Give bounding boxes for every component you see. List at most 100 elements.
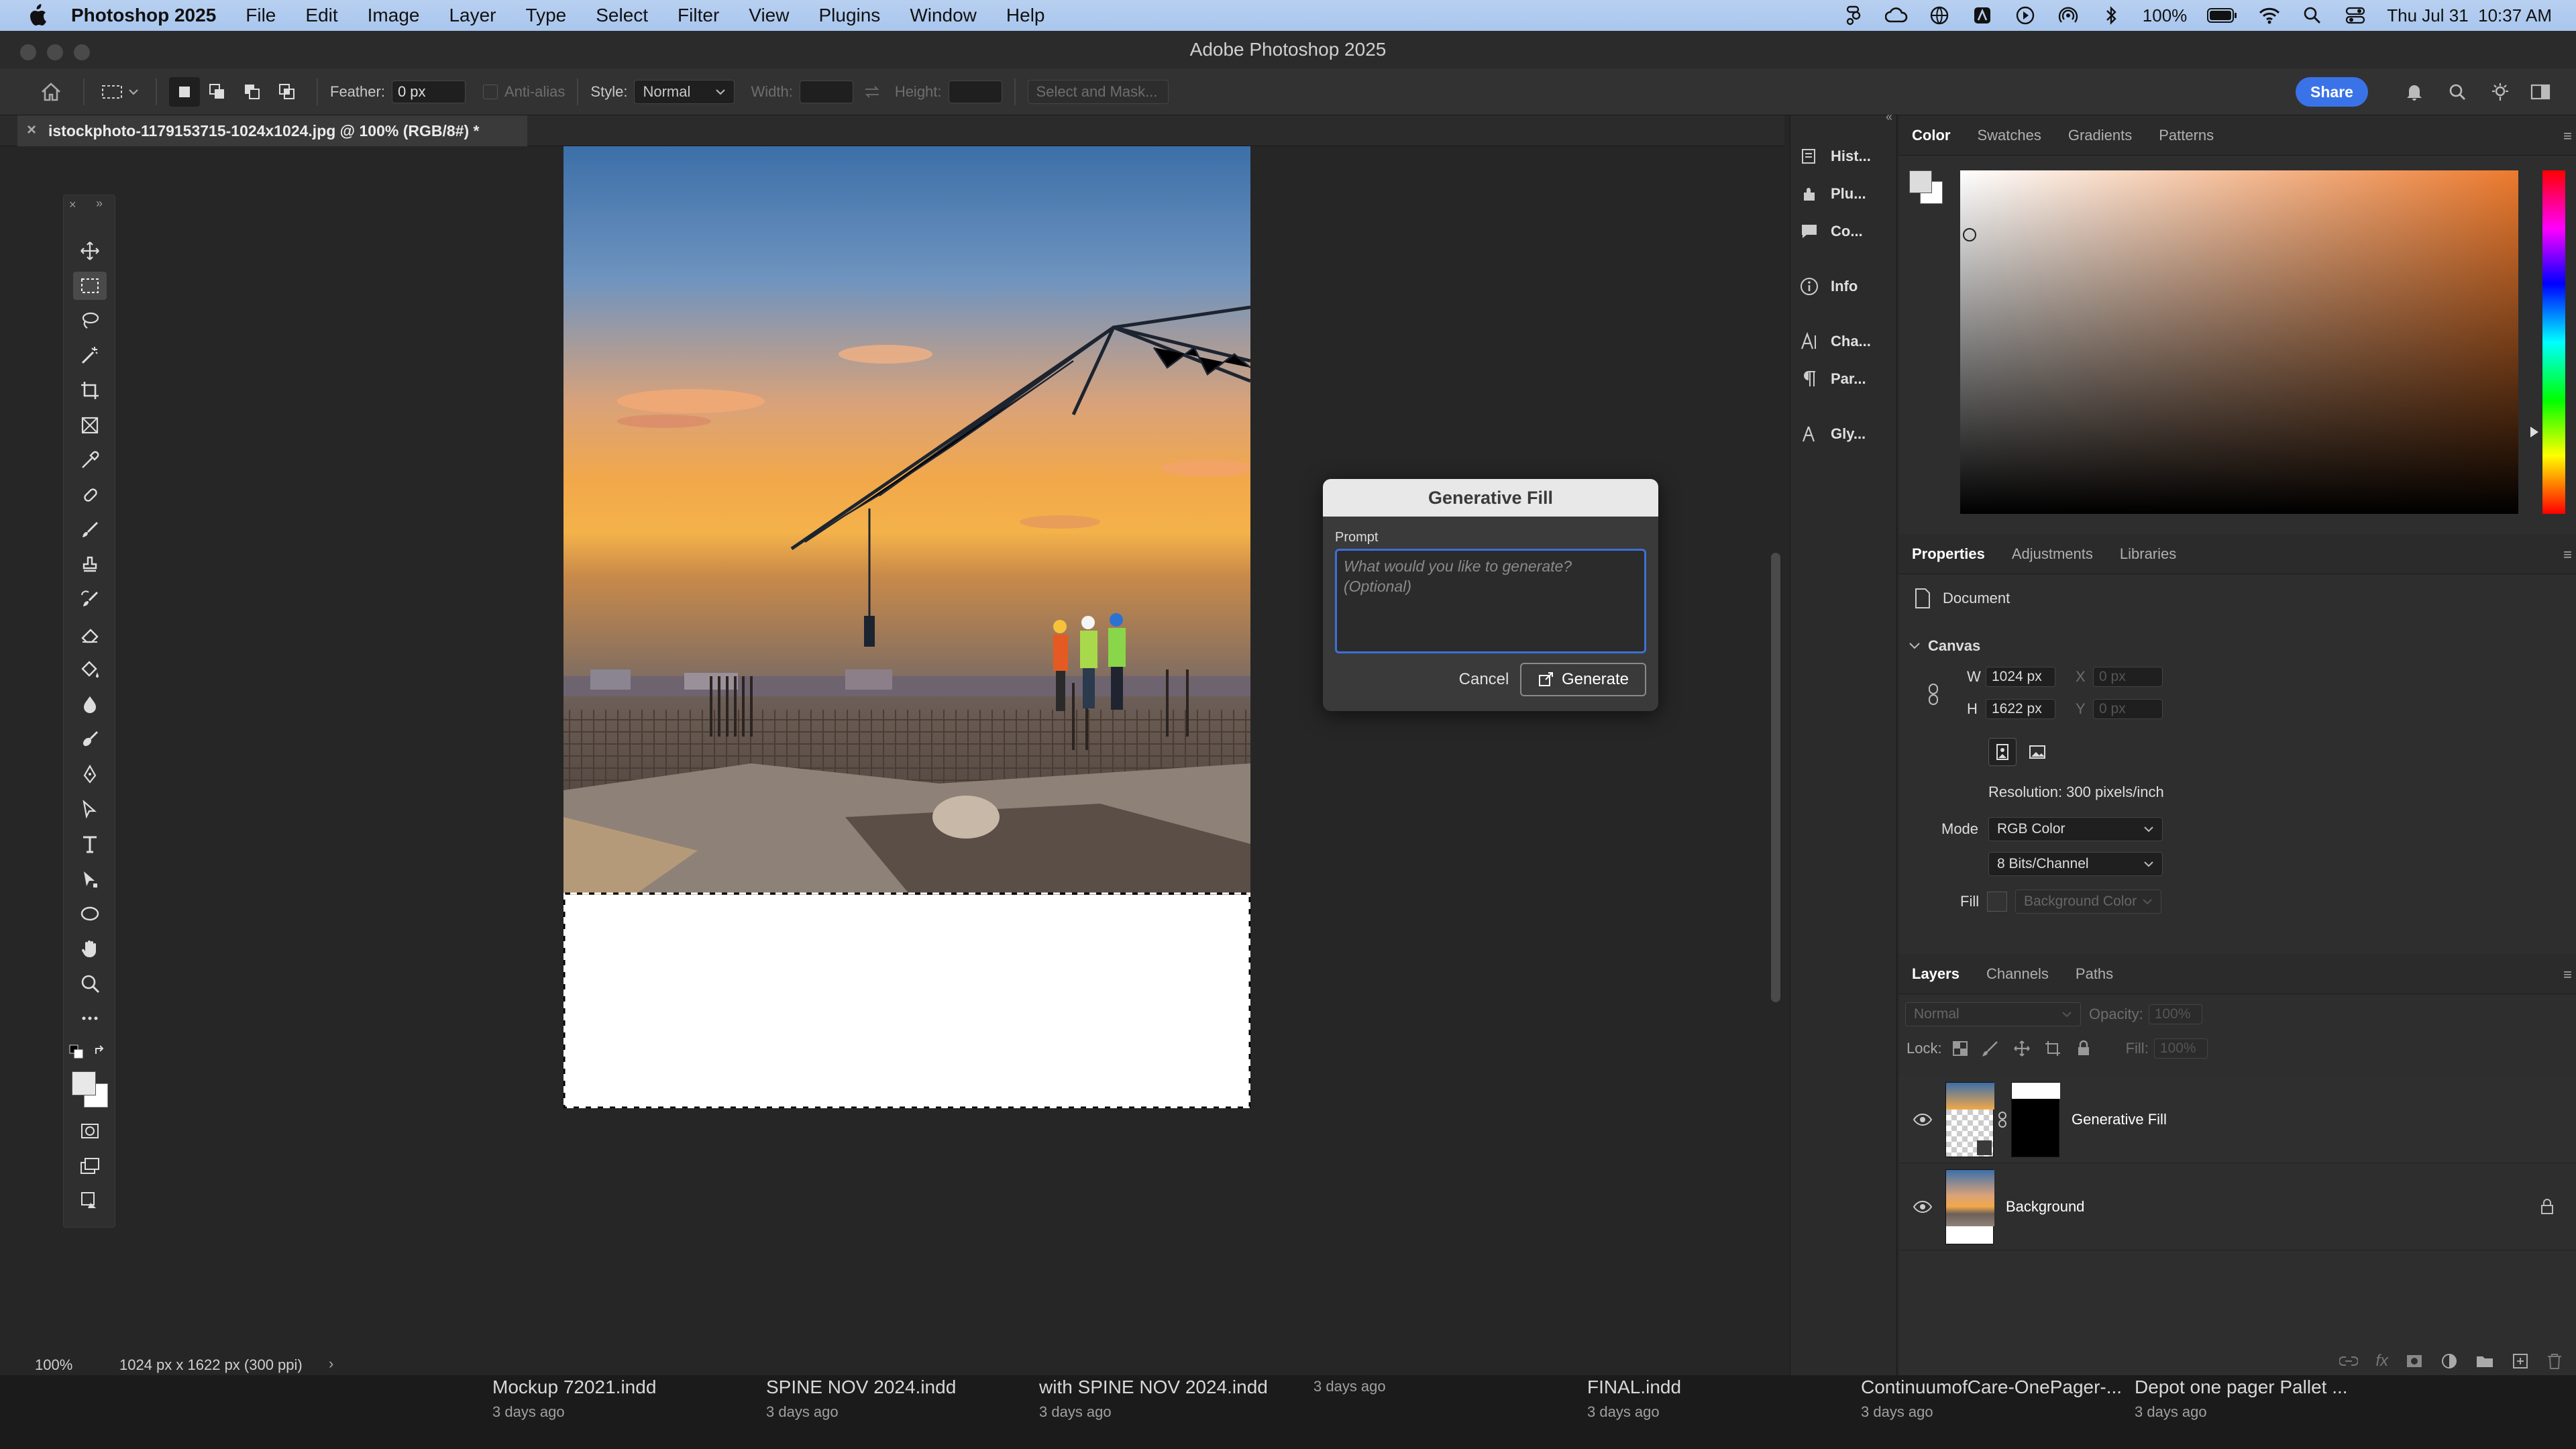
canvas-height-field[interactable]: 1622 px (1986, 699, 2055, 719)
blur-tool-icon[interactable] (73, 690, 107, 718)
ellipse-tool-icon[interactable] (73, 900, 107, 928)
hue-slider-handle[interactable] (2530, 427, 2538, 437)
lock-position-icon[interactable] (2013, 1040, 2031, 1057)
recent-file-item[interactable]: Depot one pager Pallet ... 3 days ago (2135, 1377, 2348, 1421)
hue-slider[interactable] (2542, 170, 2565, 514)
panel-menu-icon[interactable]: ≡ (2563, 966, 2572, 983)
pen-tool-icon[interactable] (73, 760, 107, 788)
dock-paragraph[interactable]: Par... (1796, 362, 1892, 396)
tab-libraries[interactable]: Libraries (2106, 534, 2190, 574)
menu-window[interactable]: Window (910, 5, 977, 26)
canvas-area[interactable] (16, 146, 1787, 1352)
workspace-panels-icon[interactable] (2524, 77, 2557, 107)
bit-depth-select[interactable]: 8 Bits/Channel (1988, 852, 2163, 876)
intersect-selection-icon[interactable] (270, 77, 305, 107)
paint-bucket-tool-icon[interactable] (73, 655, 107, 684)
notifications-bell-icon[interactable] (2398, 77, 2431, 107)
battery-icon[interactable] (2207, 5, 2238, 25)
recent-file-item[interactable]: FINAL.indd 3 days ago (1587, 1377, 1681, 1421)
close-toolbar-icon[interactable]: × (69, 198, 76, 212)
direct-selection-tool-icon[interactable] (73, 865, 107, 893)
globe-icon[interactable] (1928, 5, 1951, 25)
tab-paths[interactable]: Paths (2062, 954, 2127, 994)
lock-transparent-pixels-icon[interactable] (1951, 1040, 1969, 1057)
fill-swatch[interactable] (1987, 892, 2007, 912)
swap-colors-icon[interactable] (93, 1044, 108, 1063)
minimize-window-button[interactable] (47, 44, 63, 60)
apple-menu-icon[interactable] (24, 2, 51, 29)
lock-artboard-icon[interactable] (2044, 1040, 2061, 1057)
adjustment-layer-icon[interactable] (2440, 1352, 2458, 1370)
width-input[interactable] (799, 80, 853, 103)
tab-layers[interactable]: Layers (1898, 954, 1973, 994)
delete-layer-trash-icon[interactable] (2546, 1352, 2563, 1370)
airdrop-icon[interactable] (2057, 5, 2080, 25)
layer-name[interactable]: Generative Fill (2072, 1111, 2167, 1128)
color-field[interactable] (1960, 170, 2518, 514)
menu-filter[interactable]: Filter (678, 5, 719, 26)
menu-type[interactable]: Type (526, 5, 567, 26)
clone-stamp-tool-icon[interactable] (73, 551, 107, 579)
prompt-input[interactable]: What would you like to generate? (Option… (1335, 549, 1646, 653)
creative-cloud-icon[interactable] (1884, 5, 1908, 25)
screen-mode-icon[interactable] (73, 1152, 107, 1180)
brush-tool-icon[interactable] (73, 516, 107, 544)
layer-row-generative-fill[interactable]: Generative Fill (1898, 1076, 2576, 1163)
color-picker-cursor[interactable] (1963, 228, 1976, 241)
layer-fill-field[interactable]: 100% (2153, 1038, 2208, 1059)
type-tool-icon[interactable] (73, 830, 107, 858)
wifi-icon[interactable] (2258, 5, 2281, 25)
app-name-menu[interactable]: Photoshop 2025 (71, 5, 216, 26)
canvas-width-field[interactable]: 1024 px (1986, 667, 2055, 687)
menu-image[interactable]: Image (368, 5, 420, 26)
opacity-field[interactable]: 100% (2148, 1004, 2202, 1024)
vertical-scroll-thumb[interactable] (1771, 553, 1780, 1002)
layer-name[interactable]: Background (2006, 1198, 2084, 1216)
color-panel-foreground-swatch[interactable] (1909, 170, 1932, 193)
recent-file-item[interactable]: with SPINE NOV 2024.indd 3 days ago (1039, 1377, 1268, 1421)
style-select[interactable]: Normal (634, 79, 735, 104)
lasso-tool-icon[interactable] (73, 307, 107, 335)
play-icon[interactable] (2014, 5, 2037, 25)
foreground-color-swatch[interactable] (72, 1071, 96, 1095)
canvas-y-field[interactable]: 0 px (2093, 699, 2163, 719)
share-button[interactable]: Share (2296, 77, 2368, 107)
zoom-tool-icon[interactable] (73, 969, 107, 998)
status-menu-chevron-icon[interactable]: › (329, 1355, 333, 1373)
dock-history[interactable]: Hist... (1796, 140, 1892, 173)
menubar-clock[interactable]: Thu Jul 31 10:37 AM (2387, 5, 2552, 26)
mask-link-icon[interactable] (1994, 1111, 2011, 1128)
spot-healing-brush-tool-icon[interactable] (73, 481, 107, 509)
bluetooth-icon[interactable] (2100, 5, 2123, 25)
search-icon[interactable] (2440, 77, 2474, 107)
lock-all-icon[interactable] (2075, 1040, 2092, 1057)
history-brush-tool-icon[interactable] (73, 586, 107, 614)
close-window-button[interactable] (20, 44, 36, 60)
menu-plugins[interactable]: Plugins (818, 5, 880, 26)
collapse-toolbar-icon[interactable]: » (96, 197, 103, 211)
visibility-eye-icon[interactable] (1909, 1200, 1936, 1214)
eyedropper-tool-icon[interactable] (73, 446, 107, 474)
control-center-icon[interactable] (2344, 5, 2367, 25)
tab-patterns[interactable]: Patterns (2145, 115, 2227, 156)
layer-mask-thumbnail[interactable] (2011, 1081, 2060, 1157)
color-mode-select[interactable]: RGB Color (1988, 817, 2163, 841)
more-tools-icon[interactable] (73, 1004, 107, 1032)
recent-file-item[interactable]: ContinuumofCare-OnePager-... 3 days ago (1861, 1377, 2122, 1421)
canvas-section-header[interactable]: Canvas (1908, 637, 1980, 655)
document-canvas[interactable] (563, 146, 1254, 1109)
link-dimensions-icon[interactable] (1927, 683, 1940, 709)
edit-toolbar-icon[interactable] (73, 1187, 107, 1215)
layer-row-background[interactable]: Background (1898, 1163, 2576, 1250)
panel-menu-icon[interactable]: ≡ (2563, 546, 2572, 564)
swap-width-height-icon[interactable] (853, 77, 891, 107)
menu-select[interactable]: Select (596, 5, 648, 26)
link-layers-icon[interactable] (2339, 1354, 2359, 1368)
layer-thumbnail[interactable] (1945, 1081, 1994, 1157)
crop-tool-icon[interactable] (73, 376, 107, 405)
vertical-scrollbar[interactable] (1768, 146, 1782, 1352)
recent-file-item[interactable]: 3 days ago (1313, 1373, 1386, 1395)
adobe-acrobat-icon[interactable] (1971, 5, 1994, 25)
fill-select[interactable]: Background Color (2015, 890, 2161, 914)
dodge-tool-icon[interactable] (73, 725, 107, 753)
